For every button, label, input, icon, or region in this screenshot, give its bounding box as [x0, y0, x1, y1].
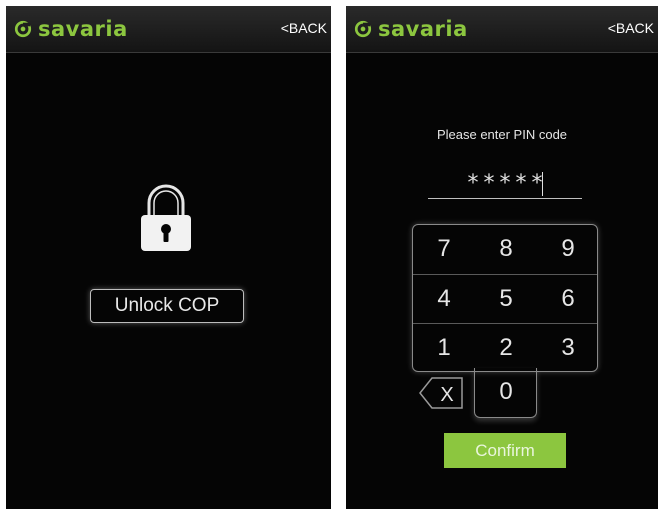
key-3[interactable]: 3: [537, 324, 599, 372]
pin-prompt: Please enter PIN code: [436, 127, 568, 142]
back-button[interactable]: <BACK: [281, 20, 327, 36]
padlock-icon: [141, 184, 191, 251]
unlock-cop-button[interactable]: Unlock COP: [90, 289, 244, 323]
key-1[interactable]: 1: [413, 324, 475, 372]
savaria-logo: savaria: [354, 15, 468, 43]
key-8[interactable]: 8: [475, 225, 537, 273]
pin-mask: *****: [467, 171, 548, 196]
brand-name: savaria: [378, 17, 468, 41]
savaria-logo: savaria: [14, 15, 128, 43]
backspace-label: X: [440, 384, 453, 406]
key-0[interactable]: 0: [475, 368, 537, 416]
key-0-frame: 0: [474, 368, 537, 418]
brand-name: savaria: [38, 17, 128, 41]
pin-input[interactable]: *****: [428, 169, 582, 199]
back-button[interactable]: <BACK: [608, 20, 654, 36]
savaria-logo-icon: [354, 20, 372, 38]
key-4[interactable]: 4: [413, 275, 475, 323]
confirm-button[interactable]: Confirm: [444, 433, 566, 468]
unlock-screen: savaria <BACK Unlock COP: [6, 6, 331, 509]
pin-entry-screen: savaria <BACK Please enter PIN code ****…: [346, 6, 658, 509]
backspace-icon: X: [419, 377, 463, 409]
backspace-button[interactable]: X: [418, 376, 464, 410]
key-7[interactable]: 7: [413, 225, 475, 273]
key-9[interactable]: 9: [537, 225, 599, 273]
text-cursor: [541, 172, 543, 196]
key-5[interactable]: 5: [475, 275, 537, 323]
numeric-keypad: 7 8 9 4 5 6 1 2 3: [412, 224, 598, 372]
key-6[interactable]: 6: [537, 275, 599, 323]
key-2[interactable]: 2: [475, 324, 537, 372]
header-bar: savaria <BACK: [346, 6, 658, 53]
header-bar: savaria <BACK: [6, 6, 331, 53]
savaria-logo-icon: [14, 20, 32, 38]
